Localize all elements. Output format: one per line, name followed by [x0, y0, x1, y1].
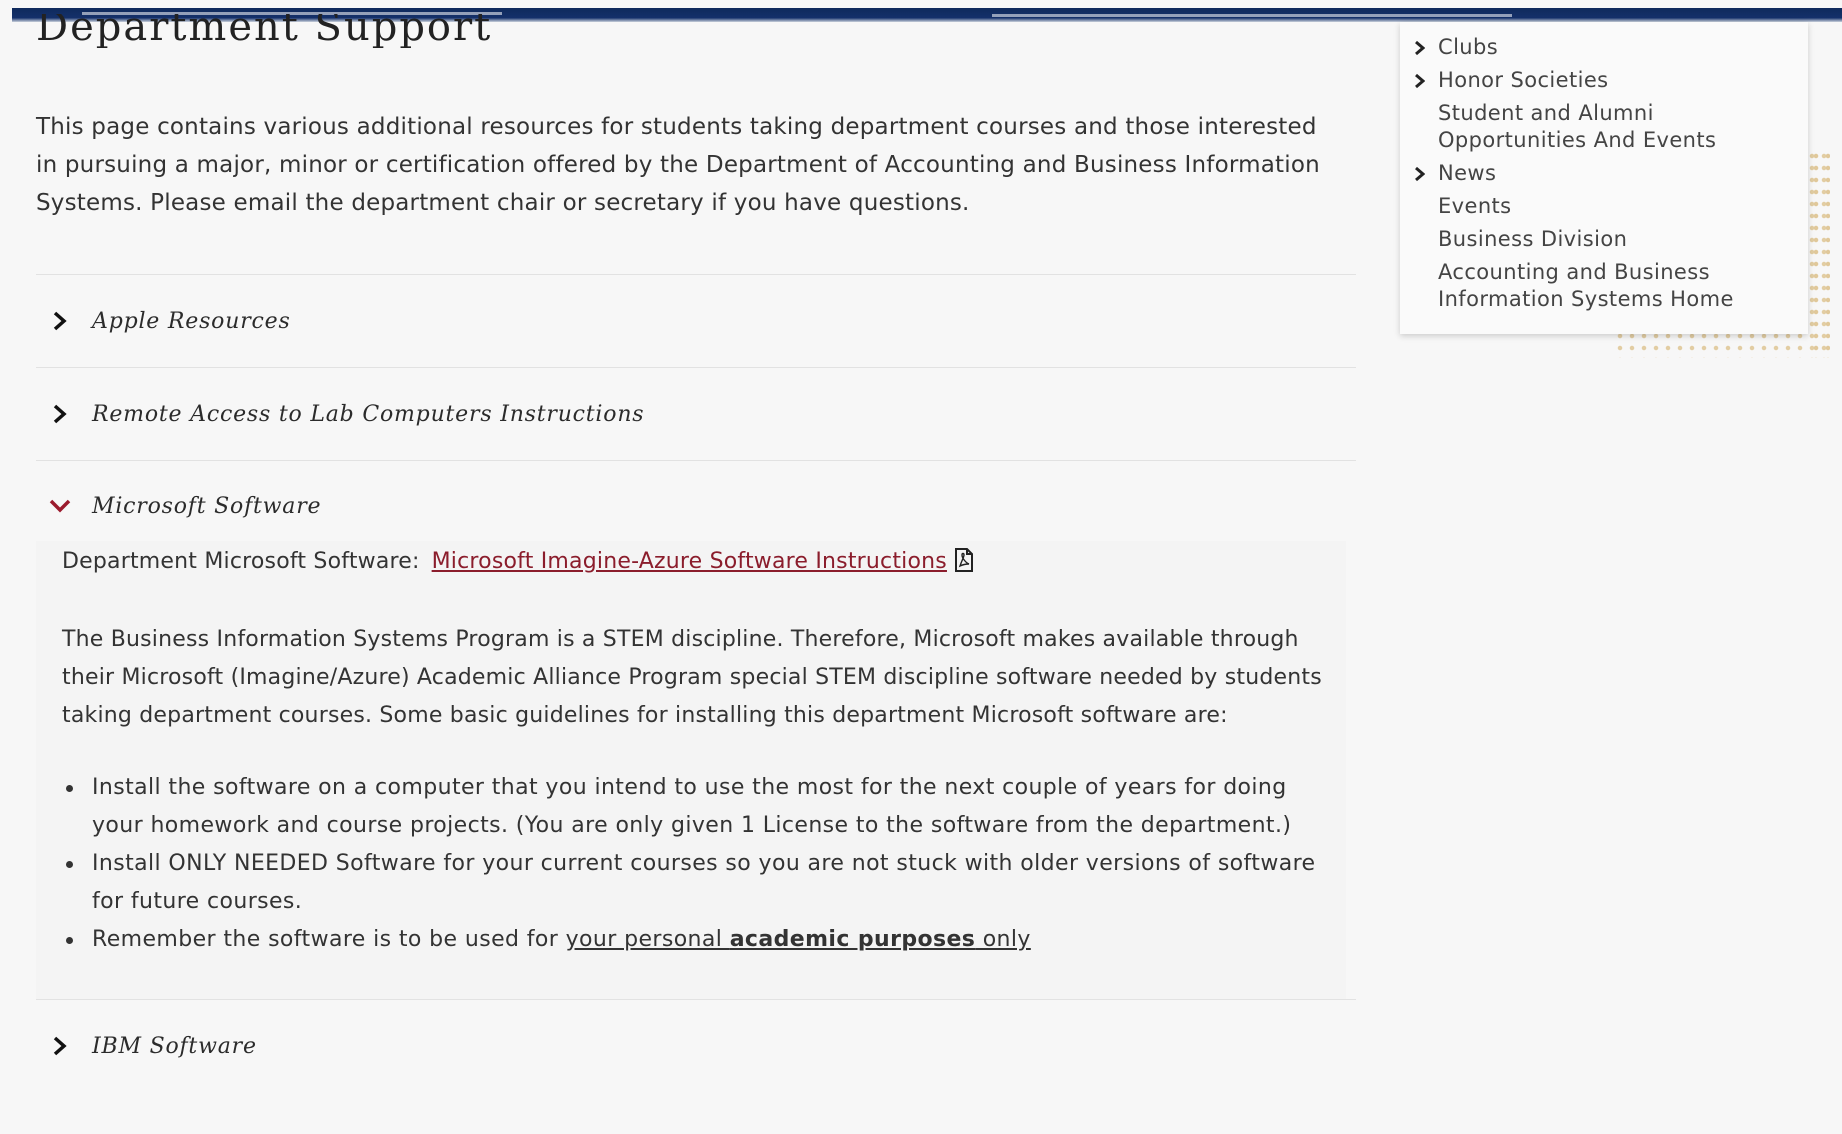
sidebar-item-label: Honor Societies: [1438, 68, 1609, 92]
pdf-icon: [954, 548, 973, 583]
dept-software-label: Department Microsoft Software:: [62, 549, 420, 574]
accordion-item-ibm: IBM Software: [36, 999, 1356, 1092]
sidebar-item-events[interactable]: Events: [1400, 193, 1808, 220]
accordion-item-remote-access: Remote Access to Lab Computers Instructi…: [36, 367, 1356, 460]
dept-software-line: Department Microsoft Software: Microsoft …: [62, 545, 1322, 583]
sidebar-item-label: News: [1438, 161, 1497, 185]
decorative-dot-pattern: [1810, 150, 1830, 358]
bold-underlined-text: academic purposes: [729, 927, 976, 952]
sidebar-item-business-division[interactable]: Business Division: [1400, 226, 1808, 253]
page-title: Department Support: [36, 14, 493, 48]
intro-paragraph: This page contains various additional re…: [36, 114, 1320, 216]
accordion-title: Remote Access to Lab Computers Instructi…: [92, 401, 645, 427]
chevron-right-icon: [1400, 160, 1438, 182]
accordion-header-apple[interactable]: Apple Resources: [36, 275, 1356, 367]
sidebar-item-honor-societies[interactable]: Honor Societies: [1400, 67, 1808, 94]
list-item: Remember the software is to be used for …: [62, 921, 1322, 959]
chevron-down-icon: [48, 494, 72, 518]
list-item: Install ONLY NEEDED Software for your cu…: [62, 845, 1322, 921]
sidebar-item-label: Events: [1438, 194, 1512, 218]
chevron-right-icon: [1400, 34, 1438, 56]
sidebar-item-student-alumni[interactable]: Student and Alumni Opportunities And Eve…: [1400, 100, 1808, 154]
sidebar-item-clubs[interactable]: Clubs: [1400, 34, 1808, 61]
sidebar-item-abis-home[interactable]: Accounting and Business Information Syst…: [1400, 259, 1808, 313]
bullet-text: Remember the software is to be used for: [92, 927, 566, 952]
accordion-item-microsoft: Microsoft Software Department Microsoft …: [36, 460, 1356, 999]
accordion-title: IBM Software: [92, 1033, 257, 1059]
accordion-title: Microsoft Software: [92, 493, 322, 519]
accordion-header-microsoft[interactable]: Microsoft Software: [36, 461, 1356, 541]
sidebar-item-label: Clubs: [1438, 35, 1499, 59]
accordion-header-remote-access[interactable]: Remote Access to Lab Computers Instructi…: [36, 368, 1356, 460]
accordion-item-apple: Apple Resources: [36, 274, 1356, 367]
accordion-header-ibm[interactable]: IBM Software: [36, 1000, 1356, 1092]
resources-accordion: Apple Resources Remote Access to Lab Com…: [36, 274, 1356, 1092]
sidebar-item-label: Accounting and Business Information Syst…: [1438, 260, 1734, 311]
sidebar-item-label: Student and Alumni Opportunities And Eve…: [1438, 101, 1717, 152]
accordion-panel-microsoft: Department Microsoft Software: Microsoft …: [36, 541, 1346, 999]
stem-paragraph: The Business Information Systems Program…: [62, 627, 1322, 728]
underlined-text: your personal: [565, 927, 730, 952]
underlined-text: only: [975, 927, 1031, 952]
accordion-title: Apple Resources: [92, 308, 291, 334]
banner-streak: [992, 14, 1512, 17]
chevron-right-icon: [48, 1034, 72, 1058]
chevron-right-icon: [1400, 67, 1438, 89]
sidebar-nav-menu: Clubs Honor Societies Student and Alumni…: [1400, 22, 1808, 334]
azure-instructions-link[interactable]: Microsoft Imagine-Azure Software Instruc…: [432, 549, 947, 574]
page-title-fragment: Department Support: [36, 14, 636, 48]
chevron-right-icon: [48, 402, 72, 426]
sidebar-item-news[interactable]: News: [1400, 160, 1808, 187]
main-content: This page contains various additional re…: [36, 108, 1356, 1092]
chevron-right-icon: [48, 309, 72, 333]
list-item: Install the software on a computer that …: [62, 769, 1322, 845]
sidebar-item-label: Business Division: [1438, 227, 1628, 251]
guidelines-list: Install the software on a computer that …: [62, 769, 1322, 959]
